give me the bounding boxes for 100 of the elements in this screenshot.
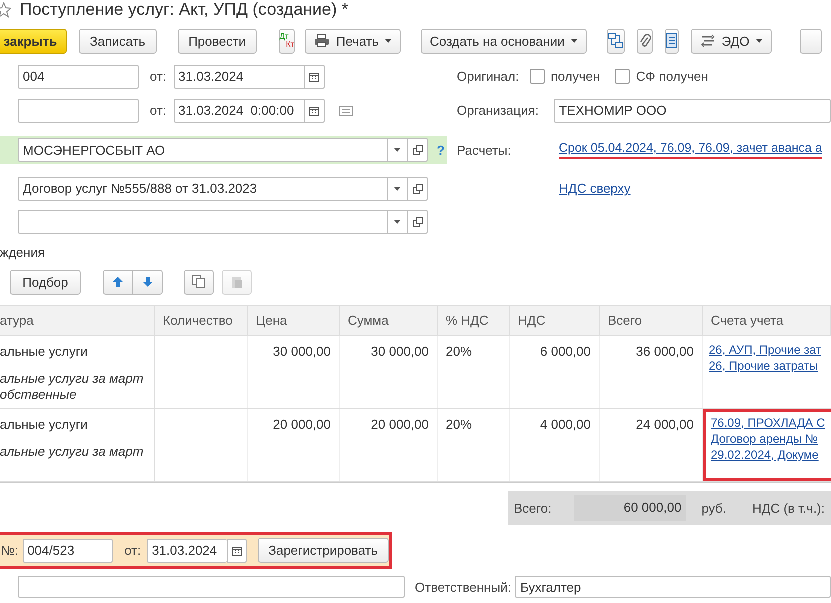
item-note: альные услуги за март	[0, 444, 144, 460]
toolbar-button[interactable]: Провести	[178, 28, 258, 54]
date-label: от:	[150, 69, 167, 84]
arrow-up-icon	[112, 276, 124, 288]
calendar-icon	[309, 72, 320, 82]
toolbar-icon-button[interactable]	[664, 28, 679, 54]
dropdown-button[interactable]	[387, 138, 407, 162]
windows-icon	[412, 184, 422, 194]
paperclip-icon	[638, 33, 652, 49]
move-up-button[interactable]	[103, 270, 133, 294]
calendar-icon	[232, 546, 242, 556]
account-link[interactable]: 26, АУП, Прочие зат	[709, 342, 822, 358]
responsible-label: Ответственный:	[415, 580, 512, 594]
caret-icon	[756, 39, 763, 43]
table-cell: 6 000,00	[540, 344, 591, 359]
item-name: альные услуги	[0, 344, 88, 359]
open-button[interactable]	[407, 138, 428, 162]
column-header[interactable]: атура	[0, 306, 155, 336]
settlements-link[interactable]: Срок 05.04.2024, 76.09, 76.09, зачет аванса а	[559, 141, 822, 159]
column-header[interactable]: Сумма	[340, 306, 438, 336]
account-link[interactable]: Договор аренды №	[711, 431, 818, 447]
comment-icon[interactable]	[338, 106, 353, 116]
table-cell: 20%	[446, 417, 472, 432]
caret-icon	[394, 148, 401, 152]
comment-field[interactable]	[18, 576, 405, 598]
window-title: Поступление услуг: Акт, УПД (создание) *	[20, 0, 348, 20]
pick-button[interactable]: Подбор	[10, 270, 81, 294]
open-button[interactable]	[407, 176, 428, 200]
checkbox-label: СФ получен	[636, 69, 708, 84]
account-link[interactable]: 76.09, ПРОХЛАДА С	[711, 415, 826, 431]
calendar-button[interactable]	[227, 538, 247, 562]
table-cell: 4 000,00	[540, 417, 591, 432]
contract-field[interactable]: Договор услуг №555/888 от 31.03.2023	[18, 176, 387, 200]
checkbox-label: получен	[551, 69, 600, 84]
counterparty-field[interactable]: МОСЭНЕРГОСБЫТ АО	[18, 138, 387, 162]
star-icon[interactable]	[0, 2, 11, 18]
column-header[interactable]: Цена	[248, 306, 340, 336]
toolbar-icon-button[interactable]	[636, 28, 653, 54]
table-cell: 30 000,00	[371, 344, 429, 359]
toolbar-button[interactable]: Записать	[79, 28, 157, 54]
column-header[interactable]: % НДС	[438, 306, 510, 336]
vat-total-label: НДС (в т.ч.):	[752, 500, 825, 516]
date-field[interactable]: 31.03.2024	[174, 64, 304, 88]
move-down-button[interactable]	[133, 270, 163, 294]
list-icon	[666, 33, 678, 49]
structure-icon	[608, 33, 624, 49]
checkbox[interactable]	[615, 69, 630, 84]
organization-field[interactable]: ТЕХНОМИР ООО	[554, 98, 831, 122]
table-cell: 36 000,00	[636, 344, 694, 359]
open-button[interactable]	[407, 210, 428, 234]
date-field[interactable]: 31.03.2024 0:00:00	[174, 98, 304, 122]
windows-icon	[412, 216, 422, 226]
total-label: Всего:	[514, 500, 552, 516]
table-cell: 30 000,00	[273, 344, 331, 359]
item-note: альные услуги за март	[0, 371, 144, 387]
printer-icon	[314, 34, 330, 48]
item-note: обственные	[0, 387, 77, 403]
table-cell: 20 000,00	[371, 417, 429, 432]
debit-credit-button[interactable]: Дт Кт	[279, 28, 296, 54]
close-button[interactable]: закрыть	[0, 28, 67, 54]
organization-label: Организация:	[457, 103, 540, 118]
toolbar-icon-button[interactable]	[606, 28, 625, 54]
total-value: 60 000,00	[574, 495, 686, 521]
table-cell: 20%	[446, 344, 472, 359]
menu-button[interactable]: Печать	[305, 28, 401, 54]
column-header[interactable]: Счета учета	[703, 306, 831, 336]
column-header[interactable]: Количество	[155, 306, 248, 336]
dropdown-button[interactable]	[387, 210, 407, 234]
paste-icon	[230, 275, 244, 289]
copy-button[interactable]	[184, 270, 214, 294]
invoice-number-field[interactable]: 004/523	[22, 538, 113, 562]
exchange-icon	[700, 34, 716, 48]
calendar-button[interactable]	[304, 64, 325, 88]
number-field[interactable]: 004	[18, 64, 139, 88]
windows-icon	[412, 145, 422, 155]
caret-icon	[394, 220, 401, 224]
combo-field[interactable]	[18, 210, 387, 234]
calendar-button[interactable]	[304, 98, 325, 122]
table-cell: 24 000,00	[636, 417, 694, 432]
vat-link[interactable]: НДС сверху	[559, 181, 631, 196]
section-label: ждения	[0, 245, 45, 260]
register-button[interactable]: Зарегистрировать	[258, 538, 389, 563]
account-link[interactable]: 26, Прочие затраты	[709, 358, 818, 374]
invoice-number-label: №:	[1, 543, 19, 558]
date-field[interactable]: 31.03.2024	[147, 538, 228, 562]
menu-button[interactable]: Создать на основании	[421, 28, 587, 54]
dropdown-button[interactable]	[387, 176, 407, 200]
original-label: Оригинал:	[457, 69, 520, 84]
account-link[interactable]: 29.02.2024, Докуме	[711, 447, 819, 463]
responsible-field[interactable]: Бухгалтер	[515, 576, 831, 598]
date-label: от:	[124, 543, 142, 558]
checkbox[interactable]	[530, 69, 545, 84]
column-header[interactable]: НДС	[510, 306, 600, 336]
incoming-number-field[interactable]	[18, 98, 139, 122]
item-name: альные услуги	[0, 417, 88, 432]
column-header[interactable]: Всего	[600, 306, 703, 336]
settlements-label: Расчеты:	[457, 142, 512, 158]
copy-icon	[192, 275, 206, 289]
table-cell: 20 000,00	[273, 417, 331, 432]
menu-button[interactable]: ЭДО	[690, 28, 772, 54]
